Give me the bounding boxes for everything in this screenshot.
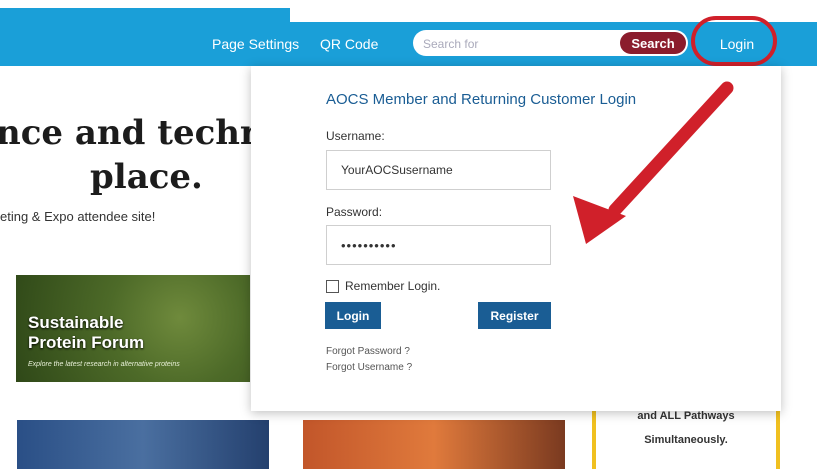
forgot-password-link[interactable]: Forgot Password ? bbox=[326, 346, 410, 357]
promo-card-orange[interactable] bbox=[303, 420, 565, 469]
promo-pathways-line2: Simultaneously. bbox=[644, 434, 728, 446]
remember-login-checkbox[interactable] bbox=[326, 279, 339, 293]
hero-heading-line1: nce and techr bbox=[0, 113, 258, 153]
hero-heading-line2: place. bbox=[90, 157, 203, 197]
login-highlight-circle bbox=[691, 16, 777, 66]
search-input[interactable] bbox=[421, 33, 615, 55]
promo-card-title: Sustainable Protein Forum bbox=[28, 313, 145, 352]
password-field[interactable] bbox=[326, 225, 551, 265]
promo-card-protein-forum[interactable]: Sustainable Protein Forum Explore the la… bbox=[16, 275, 250, 382]
login-submit-button[interactable]: Login bbox=[325, 302, 381, 329]
username-label: Username: bbox=[326, 129, 385, 143]
login-panel-title: AOCS Member and Returning Customer Login bbox=[326, 91, 637, 108]
forgot-username-link[interactable]: Forgot Username ? bbox=[326, 362, 412, 373]
qr-code-link[interactable]: QR Code bbox=[320, 36, 378, 52]
hero-subtitle: eting & Expo attendee site! bbox=[0, 209, 156, 224]
search-button[interactable]: Search bbox=[620, 32, 686, 54]
top-strip bbox=[0, 0, 817, 22]
top-strip-accent bbox=[0, 8, 290, 22]
remember-login-label: Remember Login. bbox=[345, 279, 441, 293]
page-settings-link[interactable]: Page Settings bbox=[212, 36, 299, 52]
promo-card-blue[interactable] bbox=[17, 420, 269, 469]
promo-pathways-line1: and ALL Pathways bbox=[637, 410, 735, 422]
remember-login-option[interactable]: Remember Login. bbox=[326, 279, 440, 293]
search-box: Search bbox=[413, 30, 688, 56]
promo-card-caption: Explore the latest research in alternati… bbox=[28, 361, 180, 368]
login-dropdown-panel: AOCS Member and Returning Customer Login… bbox=[251, 66, 781, 411]
password-label: Password: bbox=[326, 205, 383, 219]
register-button[interactable]: Register bbox=[478, 302, 551, 329]
username-field[interactable] bbox=[326, 150, 551, 190]
